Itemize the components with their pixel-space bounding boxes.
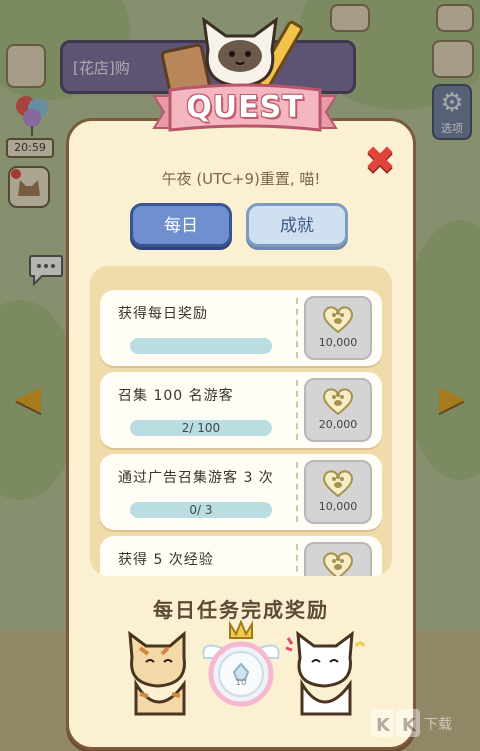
quest-card: 召集 100 名游客 2/ 100 20,000 bbox=[100, 372, 382, 448]
divider bbox=[296, 462, 298, 522]
quest-title: QUEST bbox=[186, 90, 304, 125]
quest-list[interactable]: 获得每日奖励 10,000 召集 100 名游客 2/ 100 20,000 通… bbox=[90, 266, 392, 576]
svg-text:K: K bbox=[376, 715, 391, 736]
cat-right-icon bbox=[285, 630, 366, 716]
quest-title-text: 获得 5 次经验 bbox=[118, 552, 214, 568]
quest-title-text: 召集 100 名游客 bbox=[118, 388, 234, 404]
daily-reward-medal-icon bbox=[202, 619, 280, 707]
quest-title-text: 获得每日奖励 bbox=[118, 306, 208, 322]
reward-button[interactable] bbox=[304, 542, 372, 576]
divider bbox=[296, 544, 298, 576]
quest-card: 通过广告召集游客 3 次 0/ 3 10,000 bbox=[100, 454, 382, 530]
quest-card: 获得 5 次经验 bbox=[100, 536, 382, 576]
daily-reward-amount: 10 bbox=[235, 678, 247, 688]
reward-amount: 10,000 bbox=[318, 336, 358, 349]
progress-bar bbox=[130, 338, 272, 354]
reward-amount: 10,000 bbox=[318, 500, 358, 513]
reward-button[interactable]: 20,000 bbox=[304, 378, 372, 442]
progress-bar: 2/ 100 bbox=[130, 420, 272, 436]
tab-achievements[interactable]: 成就 bbox=[246, 203, 348, 247]
progress-text: 2/ 100 bbox=[181, 421, 221, 435]
progress-bar: 0/ 3 bbox=[130, 502, 272, 518]
reset-note: 午夜 (UTC+9)重置, 喵! bbox=[161, 170, 321, 188]
paw-heart-icon bbox=[322, 470, 354, 498]
quest-title-text: 通过广告召集游客 3 次 bbox=[118, 470, 274, 486]
paw-heart-icon bbox=[322, 306, 354, 334]
quest-card: 获得每日奖励 10,000 bbox=[100, 290, 382, 366]
divider bbox=[296, 298, 298, 358]
reward-button[interactable]: 10,000 bbox=[304, 296, 372, 360]
paw-heart-icon bbox=[322, 552, 354, 576]
paw-heart-icon bbox=[322, 388, 354, 416]
reward-amount: 20,000 bbox=[318, 418, 358, 431]
watermark-logo: K K 下载 bbox=[370, 709, 452, 737]
svg-text:下载: 下载 bbox=[424, 717, 452, 733]
cat-left-icon bbox=[128, 630, 186, 716]
tab-daily[interactable]: 每日 bbox=[130, 203, 232, 247]
svg-text:K: K bbox=[402, 715, 417, 736]
reward-button[interactable]: 10,000 bbox=[304, 460, 372, 524]
divider bbox=[296, 380, 298, 440]
progress-text: 0/ 3 bbox=[189, 503, 213, 517]
